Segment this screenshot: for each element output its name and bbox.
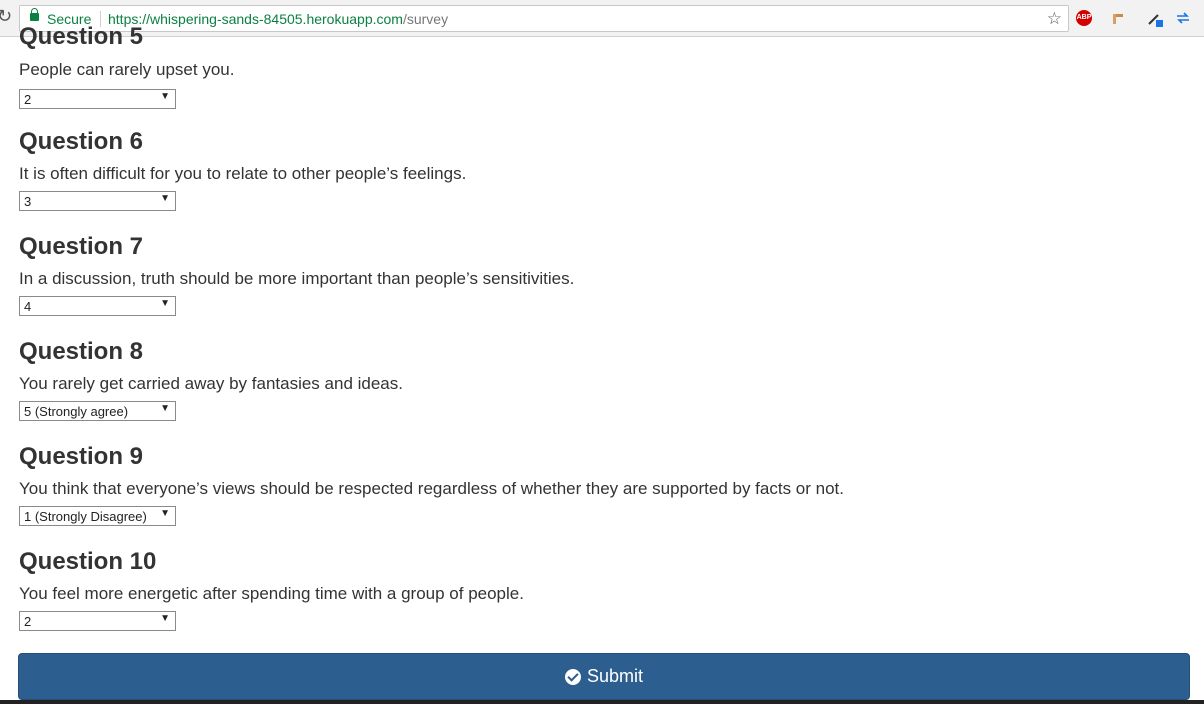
question-title: Question 9 [19, 443, 144, 470]
address-bar[interactable]: Secure https://whispering-sands-84505.he… [19, 5, 1069, 32]
taskbar-strip [0, 700, 1204, 704]
question-text: You feel more energetic after spending t… [19, 584, 524, 603]
dropdown-arrow-icon: ▼ [160, 403, 170, 414]
reload-icon[interactable]: ↻ [0, 6, 12, 27]
question-text: You rarely get carried away by fantasies… [19, 374, 403, 393]
answer-select[interactable]: 5 (Strongly agree) ▼ [19, 401, 176, 421]
check-circle-icon [564, 668, 581, 685]
browser-toolbar: ↻ Secure https://whispering-sands-84505.… [0, 0, 1204, 37]
question-text: You think that everyone’s views should b… [19, 479, 844, 498]
selected-value: 5 (Strongly agree) [24, 404, 129, 419]
question-title: Question 5 [19, 23, 144, 50]
dropdown-arrow-icon: ▼ [160, 91, 170, 102]
bookmark-star-icon[interactable]: ☆ [1047, 9, 1062, 29]
selected-value: 2 [24, 614, 32, 629]
dropdown-arrow-icon: ▼ [160, 613, 170, 624]
eyedropper-icon[interactable] [1146, 10, 1163, 27]
question-text: In a discussion, truth should be more im… [19, 269, 575, 288]
answer-select[interactable]: 1 (Strongly Disagree) ▼ [19, 506, 176, 526]
url-path: /survey [402, 11, 449, 27]
dropdown-arrow-icon: ▼ [160, 508, 170, 519]
url-text[interactable]: https://whispering-sands-84505.herokuapp… [108, 11, 448, 27]
swap-arrows-icon[interactable] [1175, 10, 1191, 26]
dropdown-arrow-icon: ▼ [160, 298, 170, 309]
selected-value: 3 [24, 194, 32, 209]
answer-select[interactable]: 2 ▼ [19, 89, 176, 109]
dropdown-arrow-icon: ▼ [160, 193, 170, 204]
selected-value: 2 [24, 92, 32, 107]
submit-button[interactable]: Submit [18, 653, 1190, 700]
answer-select[interactable]: 2 ▼ [19, 611, 176, 631]
answer-select[interactable]: 3 ▼ [19, 191, 176, 211]
question-title: Question 6 [19, 128, 144, 155]
lock-icon [30, 8, 39, 21]
adblock-icon[interactable]: ABP [1076, 10, 1092, 26]
question-title: Question 10 [19, 548, 157, 575]
question-title: Question 8 [19, 338, 144, 365]
answer-select[interactable]: 4 ▼ [19, 296, 176, 316]
url-host: https://whispering-sands-84505.herokuapp… [108, 11, 403, 27]
question-title: Question 7 [19, 233, 144, 260]
submit-label: Submit [586, 666, 644, 686]
selected-value: 1 (Strongly Disagree) [24, 509, 147, 524]
selected-value: 4 [24, 299, 32, 314]
extension-tag-icon[interactable] [1110, 10, 1126, 26]
question-text: People can rarely upset you. [19, 60, 235, 79]
question-text: It is often difficult for you to relate … [19, 164, 467, 183]
